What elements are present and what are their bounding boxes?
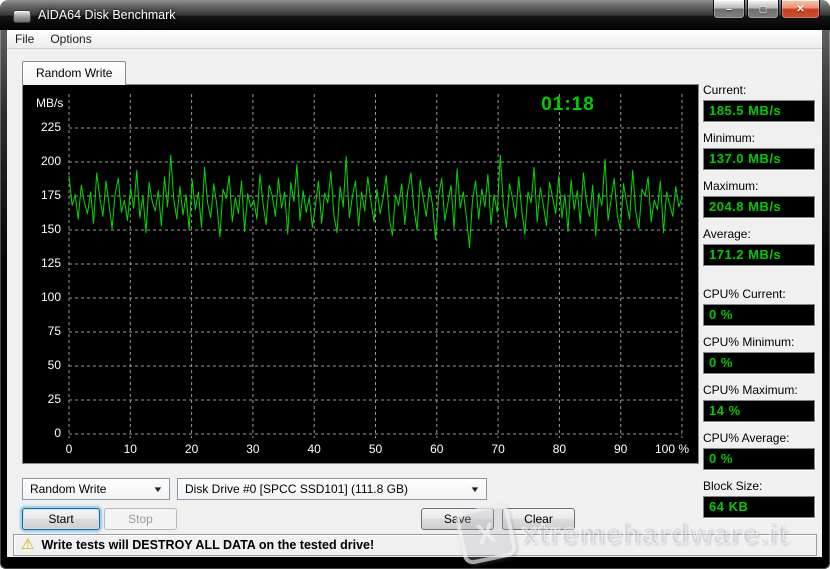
chevron-down-icon: ▼ bbox=[469, 485, 480, 494]
stat-label: CPU% Maximum: bbox=[703, 383, 815, 397]
y-tick-label: 225 bbox=[23, 120, 61, 134]
y-tick-label: 100 bbox=[23, 290, 61, 304]
chevron-down-icon: ▼ bbox=[152, 485, 163, 494]
stat-value-lcd: 0 % bbox=[703, 448, 815, 470]
close-button[interactable]: ✕ bbox=[781, 0, 820, 19]
stat-group: Maximum: 204.8 MB/s bbox=[703, 179, 815, 218]
y-tick-label: 50 bbox=[23, 358, 61, 372]
stat-value-lcd: 0 % bbox=[703, 304, 815, 326]
app-window: AIDA64 Disk Benchmark – ▢ ✕ FileOptions … bbox=[0, 0, 830, 569]
y-tick-label: 200 bbox=[23, 154, 61, 168]
stat-label: Block Size: bbox=[703, 479, 815, 493]
tab-label: Random Write bbox=[36, 66, 112, 80]
stat-value-lcd: 204.8 MB/s bbox=[703, 196, 815, 218]
stat-group: CPU% Maximum: 14 % bbox=[703, 383, 815, 422]
x-tick-label: 20 bbox=[166, 442, 218, 456]
stat-group: Block Size: 64 KB bbox=[703, 479, 815, 518]
x-tick-label: 100 % bbox=[646, 442, 698, 456]
x-tick-label: 90 bbox=[595, 442, 647, 456]
close-icon: ✕ bbox=[796, 4, 804, 15]
stat-group: Minimum: 137.0 MB/s bbox=[703, 131, 815, 170]
maximize-icon: ▢ bbox=[759, 4, 768, 15]
stat-value-lcd: 64 KB bbox=[703, 496, 815, 518]
stat-value-lcd: 137.0 MB/s bbox=[703, 148, 815, 170]
menu-item-options[interactable]: Options bbox=[42, 31, 99, 47]
test-type-value: Random Write bbox=[30, 482, 149, 496]
y-axis-unit-label: MB/s bbox=[36, 96, 63, 110]
stop-button[interactable]: Stop bbox=[104, 508, 177, 530]
drive-select[interactable]: Disk Drive #0 [SPCC SSD101] (111.8 GB) ▼ bbox=[177, 478, 487, 500]
stat-group: Current: 185.5 MB/s bbox=[703, 83, 815, 122]
stat-group: CPU% Minimum: 0 % bbox=[703, 335, 815, 374]
stat-group: Average: 171.2 MB/s bbox=[703, 227, 815, 266]
benchmark-chart: MB/s 01:18 225 200 175 150 125 100 75 50 25 0 0 10 2… bbox=[22, 84, 699, 464]
stat-label: CPU% Average: bbox=[703, 431, 815, 445]
y-tick-label: 25 bbox=[23, 392, 61, 406]
start-button[interactable]: Start bbox=[22, 508, 100, 530]
window-controls: – ▢ ✕ bbox=[711, 0, 820, 19]
x-tick-label: 50 bbox=[350, 442, 402, 456]
elapsed-timer: 01:18 bbox=[503, 94, 633, 116]
client-area: Random Write MB/s 01:18 2252001751501251… bbox=[7, 49, 822, 557]
window-title: AIDA64 Disk Benchmark bbox=[38, 8, 176, 22]
save-button[interactable]: Save bbox=[421, 508, 494, 530]
menu-item-file[interactable]: File bbox=[7, 31, 42, 47]
y-tick-label: 0 bbox=[23, 426, 61, 440]
x-tick-label: 30 bbox=[227, 442, 279, 456]
chart-plot bbox=[23, 85, 698, 463]
menu-bar: FileOptions bbox=[7, 30, 822, 49]
y-tick-label: 175 bbox=[23, 188, 61, 202]
title-bar[interactable]: AIDA64 Disk Benchmark – ▢ ✕ bbox=[0, 0, 830, 30]
warning-icon: ⚠ bbox=[21, 537, 34, 552]
stat-label: Maximum: bbox=[703, 179, 815, 193]
stat-label: Average: bbox=[703, 227, 815, 241]
y-tick-label: 75 bbox=[23, 324, 61, 338]
minimize-button[interactable]: – bbox=[713, 0, 745, 19]
stat-value-lcd: 171.2 MB/s bbox=[703, 244, 815, 266]
x-tick-label: 10 bbox=[104, 442, 156, 456]
x-tick-label: 40 bbox=[288, 442, 340, 456]
stat-label: Current: bbox=[703, 83, 815, 97]
stat-label: CPU% Minimum: bbox=[703, 335, 815, 349]
test-type-select[interactable]: Random Write ▼ bbox=[22, 478, 170, 500]
drive-select-value: Disk Drive #0 [SPCC SSD101] (111.8 GB) bbox=[185, 482, 466, 496]
app-icon bbox=[13, 10, 31, 23]
warning-text: Write tests will DESTROY ALL DATA on the… bbox=[41, 538, 374, 552]
x-tick-label: 80 bbox=[533, 442, 585, 456]
maximize-button[interactable]: ▢ bbox=[747, 0, 779, 19]
minimize-icon: – bbox=[726, 4, 732, 15]
stat-group: CPU% Current: 0 % bbox=[703, 287, 815, 326]
stat-value-lcd: 185.5 MB/s bbox=[703, 100, 815, 122]
stat-value-lcd: 14 % bbox=[703, 400, 815, 422]
stat-label: CPU% Current: bbox=[703, 287, 815, 301]
y-tick-label: 125 bbox=[23, 256, 61, 270]
x-tick-label: 60 bbox=[411, 442, 463, 456]
stat-value-lcd: 0 % bbox=[703, 352, 815, 374]
clear-button[interactable]: Clear bbox=[502, 508, 575, 530]
x-tick-label: 70 bbox=[472, 442, 524, 456]
y-tick-label: 150 bbox=[23, 222, 61, 236]
status-bar: ⚠ Write tests will DESTROY ALL DATA on t… bbox=[13, 534, 817, 556]
stat-label: Minimum: bbox=[703, 131, 815, 145]
stat-group: CPU% Average: 0 % bbox=[703, 431, 815, 470]
x-tick-label: 0 bbox=[43, 442, 95, 456]
tab-random-write[interactable]: Random Write bbox=[22, 61, 126, 85]
